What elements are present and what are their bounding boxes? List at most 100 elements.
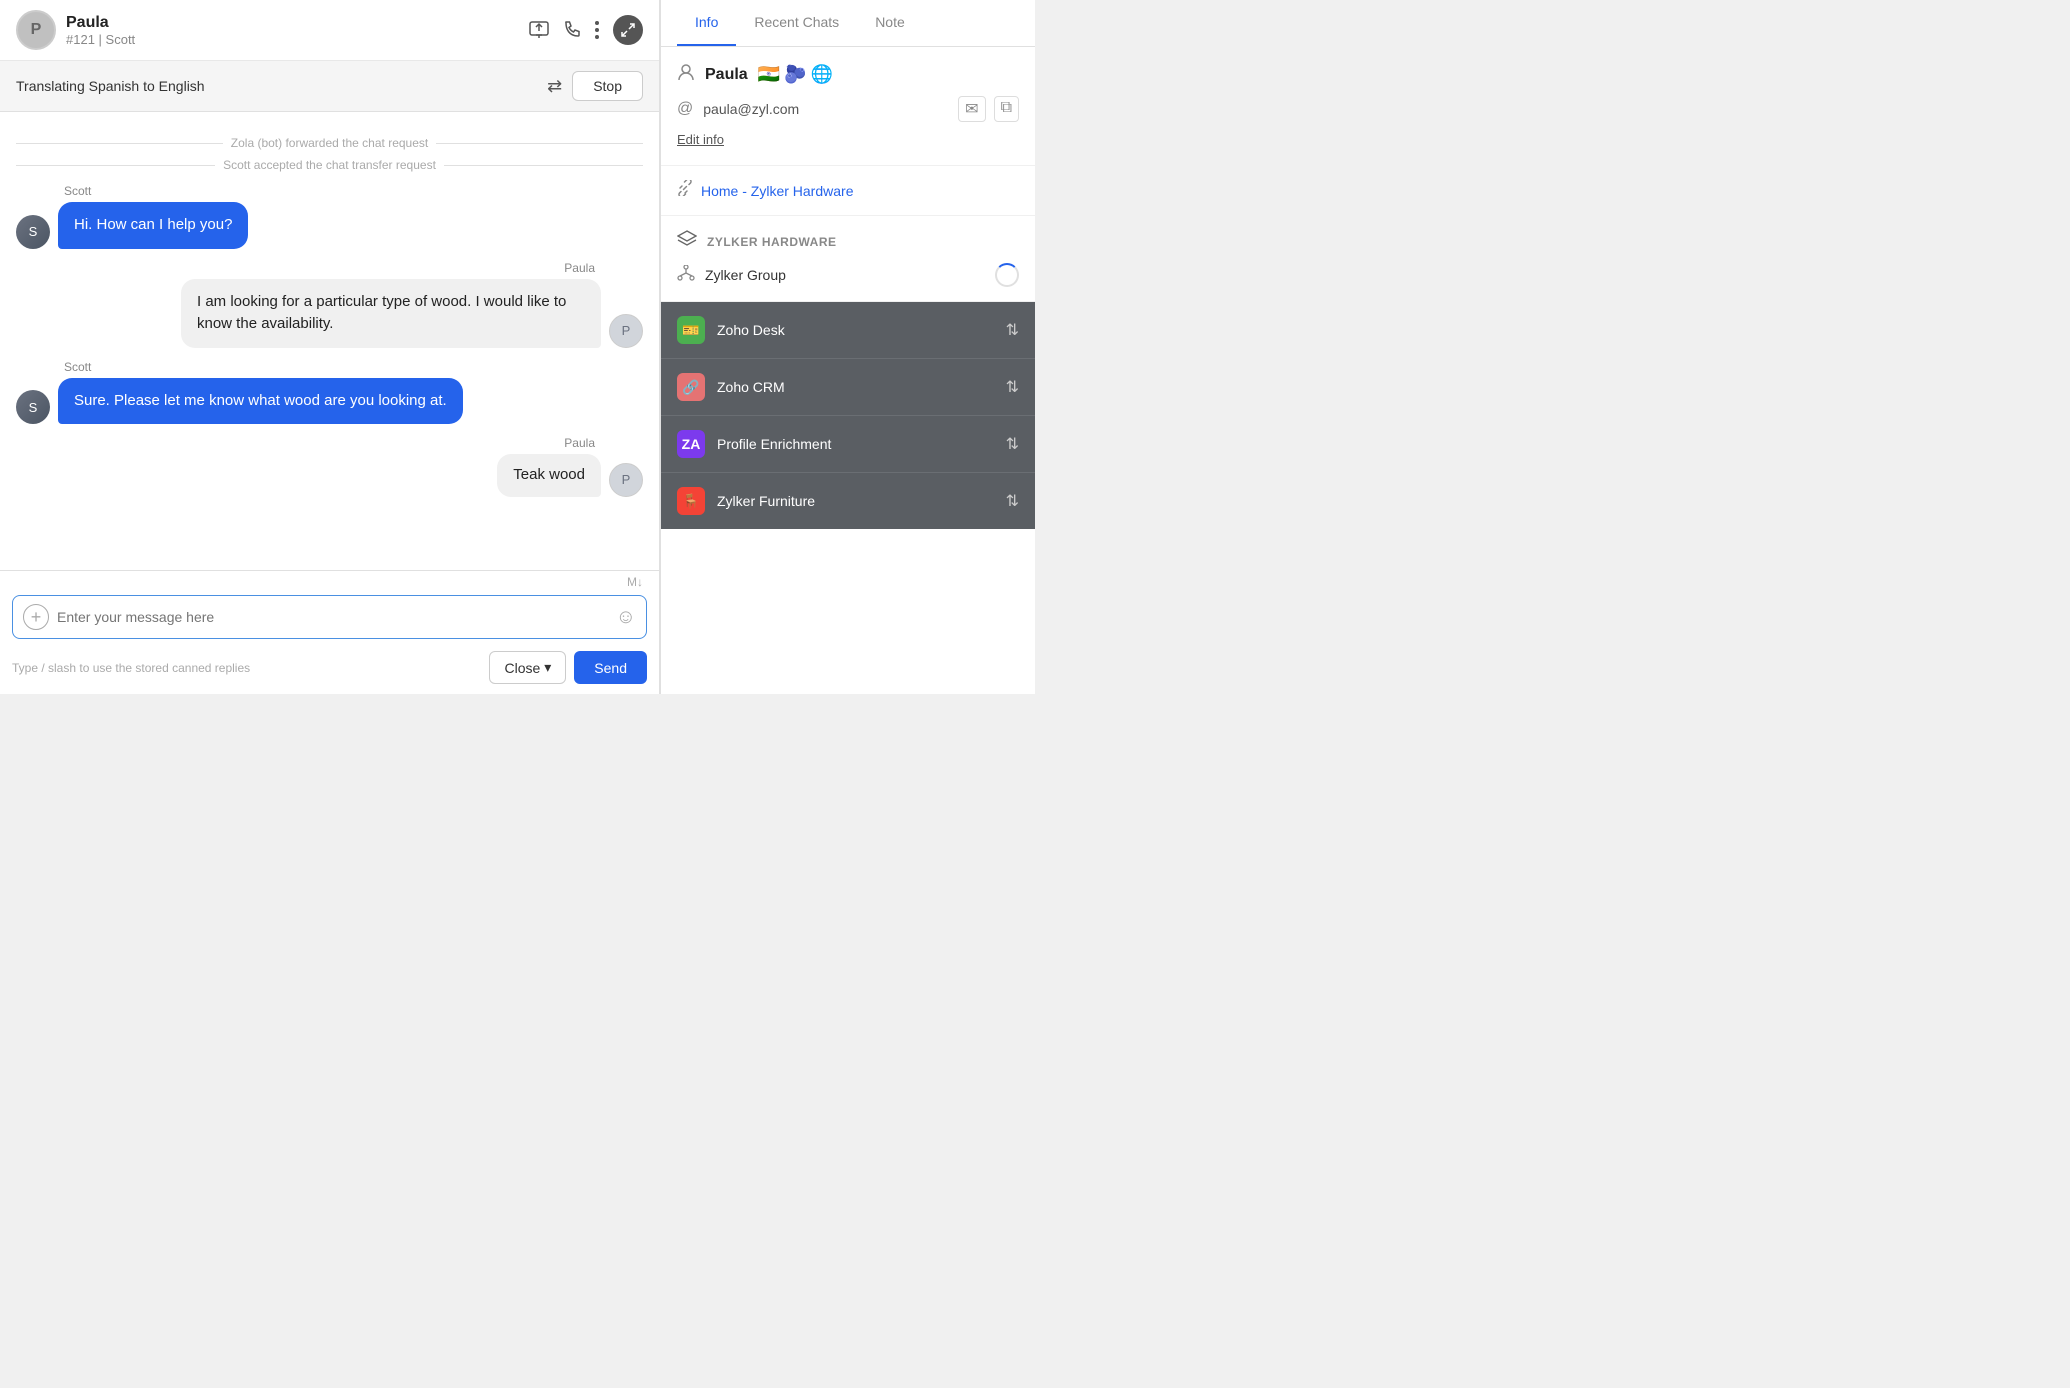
contact-info: Paula #121 | Scott [66,14,519,47]
markdown-hint: M↓ [0,571,659,589]
integration-profile-enrichment: ZA Profile Enrichment ⇅ [661,416,1035,473]
translate-icon[interactable]: ⇄ [547,76,562,97]
copy-email-button[interactable]: ⧉ [994,96,1019,122]
contact-id: #121 [66,32,95,47]
tab-note[interactable]: Note [857,0,923,46]
integration-left-profile-enrichment: ZA Profile Enrichment [677,430,831,458]
canned-hint: Type / slash to use the stored canned re… [12,661,250,675]
message-group-3: Scott S Sure. Please let me know what wo… [16,360,643,425]
email-text: paula@zyl.com [703,101,799,117]
message-bubble-1: Hi. How can I help you? [58,202,248,249]
emoji-button[interactable]: ☺ [616,606,636,629]
home-link[interactable]: Home - Zylker Hardware [701,183,853,199]
hierarchy-icon [677,265,695,286]
group-row: Zylker Group [677,263,1019,287]
edit-info-link[interactable]: Edit info [677,132,724,147]
message-row-3: S Sure. Please let me know what wood are… [16,378,643,425]
tab-info[interactable]: Info [677,0,736,46]
email-row: @ paula@zyl.com ✉ ⧉ [677,96,1019,122]
panel-tabs: Info Recent Chats Note [661,0,1035,47]
message-row-1: S Hi. How can I help you? [16,202,643,249]
integration-left-zoho-desk: 🎫 Zoho Desk [677,316,785,344]
close-button[interactable]: Close ▾ [489,651,566,684]
company-row: ZYLKER HARDWARE [677,230,1019,253]
phone-icon[interactable] [563,21,581,39]
integration-zoho-crm: 🔗 Zoho CRM ⇅ [661,359,1035,416]
contact-avatar: P [16,10,56,50]
close-chevron-icon: ▾ [544,659,551,676]
integration-zylker-furniture: 🪑 Zylker Furniture ⇅ [661,473,1035,529]
zylker-furniture-arrow-icon: ⇅ [1006,491,1019,511]
tab-recent-chats[interactable]: Recent Chats [736,0,857,46]
email-actions: ✉ ⧉ [958,96,1019,122]
add-attachment-button[interactable]: + [23,604,49,630]
stop-button[interactable]: Stop [572,71,643,101]
system-message-1: Zola (bot) forwarded the chat request [16,136,643,150]
info-panel: Info Recent Chats Note Paula 🇮🇳 🫐 🌐 @ pa… [660,0,1035,694]
icon-chrome: 🌐 [811,64,833,85]
zoho-desk-icon: 🎫 [677,316,705,344]
integrations-section: 🎫 Zoho Desk ⇅ 🔗 Zoho CRM ⇅ [661,302,1035,529]
contact-section: Paula 🇮🇳 🫐 🌐 @ paula@zyl.com ✉ ⧉ Edit in… [661,47,1035,166]
layers-icon [677,230,697,253]
integration-left-zoho-crm: 🔗 Zoho CRM [677,373,785,401]
input-area: M↓ + ☺ Type / slash to use the stored ca… [0,570,659,694]
contact-name: Paula [66,14,519,32]
link-row: Home - Zylker Hardware [677,180,1019,201]
flag-india: 🇮🇳 [758,64,780,85]
input-row: + ☺ [12,595,647,639]
zylker-furniture-icon: 🪑 [677,487,705,515]
company-section: ZYLKER HARDWARE Zylker Group [661,216,1035,302]
sender-label-scott-1: Scott [64,184,643,198]
group-name: Zylker Group [705,267,786,283]
zylker-furniture-label: Zylker Furniture [717,493,815,509]
contact-meta: #121 | Scott [66,32,519,47]
integration-item-zoho-crm[interactable]: 🔗 Zoho CRM ⇅ [661,359,1035,416]
header-icons [529,15,643,45]
message-group-2: Paula I am looking for a particular type… [16,261,643,348]
message-bubble-4: Teak wood [497,454,601,497]
message-bubble-2: I am looking for a particular type of wo… [181,279,601,348]
send-email-button[interactable]: ✉ [958,96,985,122]
profile-enrichment-label: Profile Enrichment [717,436,831,452]
system-message-2: Scott accepted the chat transfer request [16,158,643,172]
translation-bar: Translating Spanish to English ⇄ Stop [0,61,659,112]
agent-avatar-2: S [16,390,50,424]
integration-item-zoho-desk[interactable]: 🎫 Zoho Desk ⇅ [661,302,1035,359]
link-icon [677,180,693,201]
integration-left-zylker-furniture: 🪑 Zylker Furniture [677,487,815,515]
chat-header: P Paula #121 | Scott [0,0,659,61]
integration-item-profile-enrichment[interactable]: ZA Profile Enrichment ⇅ [661,416,1035,473]
loading-spinner [995,263,1019,287]
icon-finder: 🫐 [784,64,806,85]
zoho-crm-label: Zoho CRM [717,379,785,395]
link-section: Home - Zylker Hardware [661,166,1035,216]
zoho-crm-icon: 🔗 [677,373,705,401]
chat-panel: P Paula #121 | Scott [0,0,660,694]
message-input[interactable] [57,609,608,625]
more-options-icon[interactable] [595,21,599,39]
zoho-crm-arrow-icon: ⇅ [1006,377,1019,397]
send-button[interactable]: Send [574,651,647,684]
flag-icons: 🇮🇳 🫐 🌐 [758,64,833,85]
contact-row: Paula 🇮🇳 🫐 🌐 [677,63,1019,86]
contact-agent: Scott [106,32,136,47]
share-screen-icon[interactable] [529,21,549,39]
person-icon [677,63,695,86]
integration-item-zylker-furniture[interactable]: 🪑 Zylker Furniture ⇅ [661,473,1035,529]
sender-label-scott-2: Scott [64,360,643,374]
profile-enrichment-arrow-icon: ⇅ [1006,434,1019,454]
visitor-avatar-1: P [609,314,643,348]
agent-avatar-1: S [16,215,50,249]
footer-buttons: Close ▾ Send [489,651,647,684]
messages-area: Zola (bot) forwarded the chat request Sc… [0,112,659,570]
zoho-desk-arrow-icon: ⇅ [1006,320,1019,340]
message-group-1: Scott S Hi. How can I help you? [16,184,643,249]
expand-button[interactable] [613,15,643,45]
integration-zoho-desk: 🎫 Zoho Desk ⇅ [661,302,1035,359]
message-bubble-3: Sure. Please let me know what wood are y… [58,378,463,425]
profile-enrichment-icon: ZA [677,430,705,458]
message-row-2: I am looking for a particular type of wo… [16,279,643,348]
contact-name-info: Paula [705,66,748,84]
visitor-avatar-2: P [609,463,643,497]
